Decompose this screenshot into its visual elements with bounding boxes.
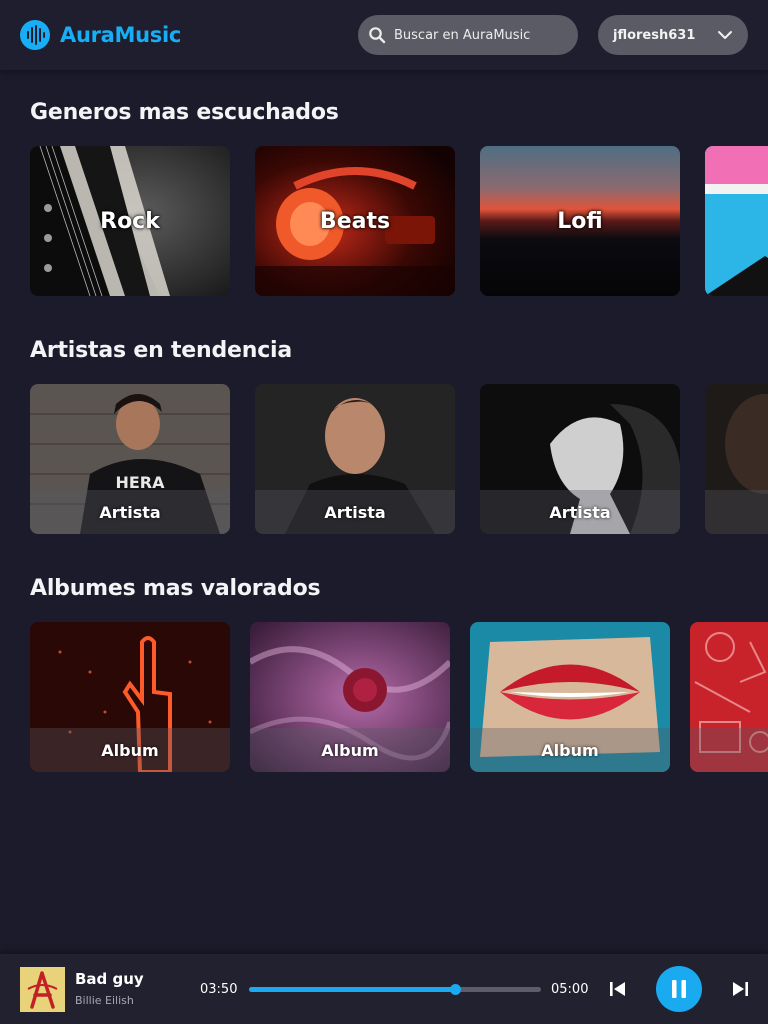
brand[interactable]: AuraMusic [20, 20, 181, 50]
album-card[interactable]: Album [250, 622, 450, 772]
artist-label [705, 490, 768, 534]
pause-icon [672, 980, 686, 998]
artist-card[interactable]: Artista [480, 384, 680, 534]
user-menu[interactable]: jfloresh631 [598, 15, 748, 55]
artists-row: HERA Artista Artista Artista [0, 384, 768, 534]
skip-previous-icon[interactable] [607, 979, 629, 999]
top-bar: AuraMusic jfloresh631 [0, 0, 768, 70]
section-title-genres: Generos mas escuchados [30, 100, 339, 125]
album-label: Album [470, 728, 670, 772]
genre-card-rock[interactable]: Rock [30, 146, 230, 296]
album-label: A [690, 728, 768, 772]
artist-label: Artista [480, 490, 680, 534]
album-card[interactable]: Album [470, 622, 670, 772]
genre-card-lofi[interactable]: Lofi [480, 146, 680, 296]
track-title[interactable]: Bad guy [75, 970, 144, 988]
genres-row: Rock Beats Lofi [0, 146, 768, 296]
genre-card-partial[interactable] [705, 146, 768, 296]
track-artist[interactable]: Billie Eilish [75, 994, 134, 1007]
artist-label: Artista [255, 490, 455, 534]
player-bar: Bad guy Billie Eilish 03:50 05:00 [0, 954, 768, 1024]
skip-next-icon[interactable] [729, 979, 751, 999]
album-cover[interactable] [20, 967, 65, 1012]
progress-thumb[interactable] [450, 984, 462, 995]
genre-label [705, 146, 768, 296]
pause-button[interactable] [656, 966, 702, 1012]
username: jfloresh631 [613, 27, 696, 43]
progress-bar[interactable] [249, 984, 541, 995]
section-title-albums: Albumes mas valorados [30, 576, 321, 601]
genre-label: Beats [319, 208, 391, 234]
search-bar[interactable] [358, 15, 578, 55]
waveform-icon [20, 20, 50, 50]
artist-card[interactable]: Artista [255, 384, 455, 534]
albums-row: Album Album Album [0, 622, 768, 772]
app: AuraMusic jfloresh631 Generos mas escuch… [0, 0, 768, 1024]
progress-fill [249, 987, 456, 992]
album-card[interactable]: Album [30, 622, 230, 772]
artist-card-partial[interactable] [705, 384, 768, 534]
genre-card-beats[interactable]: Beats [255, 146, 455, 296]
brand-name: AuraMusic [60, 23, 182, 47]
elapsed-time: 03:50 [200, 982, 238, 997]
genre-label: Rock [100, 208, 160, 234]
album-label: Album [30, 728, 230, 772]
artist-label: Artista [30, 490, 230, 534]
total-time: 05:00 [551, 982, 589, 997]
artist-card[interactable]: HERA Artista [30, 384, 230, 534]
search-icon [369, 27, 386, 44]
album-card-partial[interactable]: A [690, 622, 768, 772]
search-input[interactable] [394, 27, 564, 43]
chevron-down-icon [718, 31, 732, 39]
album-label: Album [250, 728, 450, 772]
genre-label: Lofi [557, 208, 603, 234]
section-title-artists: Artistas en tendencia [30, 338, 293, 363]
